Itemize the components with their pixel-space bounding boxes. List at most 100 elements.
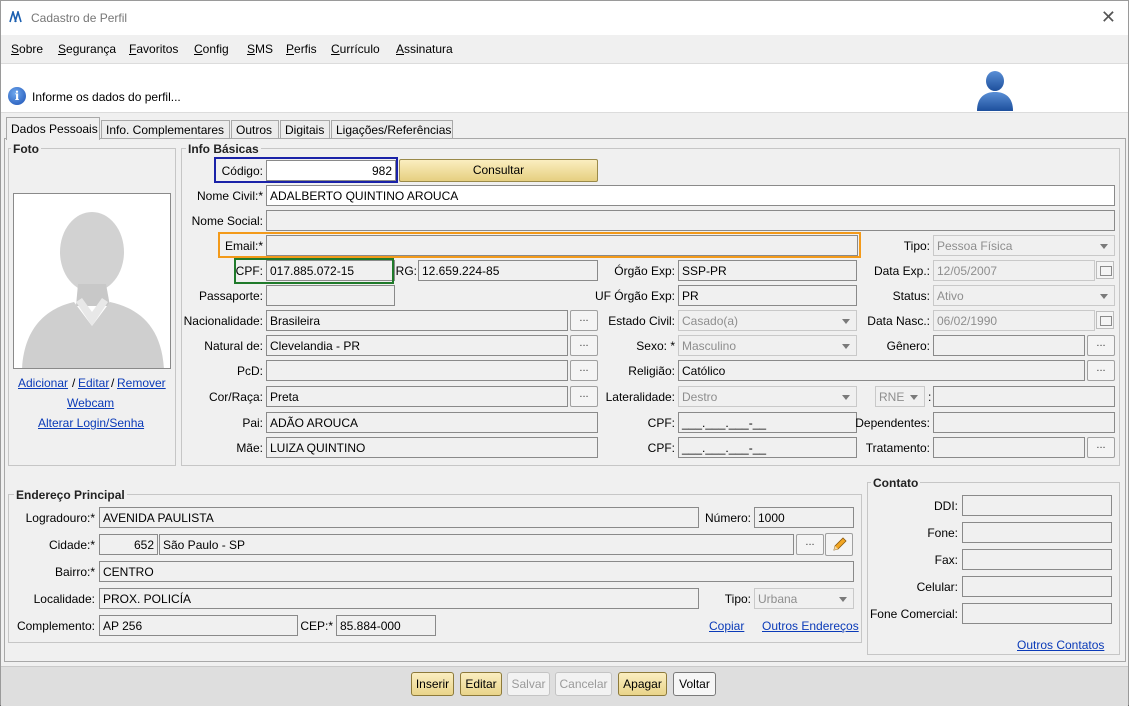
inserir-button[interactable]: Inserir [411,672,454,696]
natural-field[interactable]: Clevelandia - PR [266,335,568,356]
close-icon[interactable]: ✕ [1101,7,1116,28]
status-select[interactable]: Ativo [933,285,1115,306]
menu-seguranca[interactable]: Segurança [58,42,116,56]
cancelar-button[interactable]: Cancelar [555,672,612,696]
pcd-lookup-button[interactable]: ... [570,360,598,381]
nacionalidade-field[interactable]: Brasileira [266,310,568,331]
orgao-exp-field[interactable]: SSP-PR [678,260,857,281]
nacionalidade-lookup-button[interactable]: ... [570,310,598,331]
menu-sobre[interactable]: Sobre [11,42,43,56]
dependentes-field[interactable] [933,412,1115,433]
photo-remove-link[interactable]: Remover [117,376,166,390]
photo-add-link[interactable]: Adicionar [18,376,68,390]
rg-label: RG: [395,264,417,278]
passaporte-field[interactable] [266,285,395,306]
webcam-link[interactable]: Webcam [67,396,114,410]
menu-favoritos[interactable]: Favoritos [129,42,178,56]
cpf-label: CPF: [235,264,263,278]
mae-field[interactable]: LUIZA QUINTINO [266,437,598,458]
dependentes-label: Dependentes: [855,416,930,430]
tab-info-complementares[interactable]: Info. Complementares [101,120,230,139]
salvar-button[interactable]: Salvar [507,672,550,696]
tratamento-lookup-button[interactable]: ... [1087,437,1115,458]
pai-label: Pai: [242,416,263,430]
cep-field[interactable]: 85.884-000 [336,615,436,636]
complemento-field[interactable]: AP 256 [99,615,298,636]
menu-config[interactable]: Config [194,42,229,56]
tab-digitais[interactable]: Digitais [280,120,330,139]
estado-civil-select[interactable]: Casado(a) [678,310,857,331]
logradouro-field[interactable]: AVENIDA PAULISTA [99,507,699,528]
tab-outros[interactable]: Outros [231,120,279,139]
sexo-label: Sexo: * [636,339,675,353]
photo-edit-link[interactable]: Editar [78,376,109,390]
cor-raca-lookup-button[interactable]: ... [570,386,598,407]
ddi-field[interactable] [962,495,1112,516]
nome-social-field[interactable] [266,210,1115,231]
genero-field[interactable] [933,335,1085,356]
consultar-button[interactable]: Consultar [399,159,598,182]
tab-ligacoes-referencias[interactable]: Ligações/Referências [331,120,453,139]
genero-lookup-button[interactable]: ... [1087,335,1115,356]
cidade-edit-button[interactable] [825,533,853,556]
cor-raca-field[interactable]: Preta [266,386,568,407]
fax-field[interactable] [962,549,1112,570]
religiao-field[interactable]: Católico [678,360,1085,381]
data-nasc-field[interactable]: 06/02/1990 [933,310,1095,331]
nome-civil-field[interactable]: ADALBERTO QUINTINO AROUCA [266,185,1115,206]
cidade-code-field[interactable]: 652 [99,534,158,555]
codigo-field[interactable]: 982 [266,160,396,181]
tratamento-field[interactable] [933,437,1085,458]
tab-dados-pessoais[interactable]: Dados Pessoais [6,117,100,140]
status-label: Status: [892,289,930,303]
voltar-button[interactable]: Voltar [673,672,716,696]
fone-comercial-field[interactable] [962,603,1112,624]
menu-curriculo[interactable]: Currículo [331,42,380,56]
localidade-field[interactable]: PROX. POLICÍA [99,588,699,609]
pai-field[interactable]: ADÃO AROUCA [266,412,598,433]
cidade-field[interactable]: São Paulo - SP [159,534,794,555]
menu-sms[interactable]: SMS [247,42,273,56]
mae-label: Mãe: [236,441,263,455]
sexo-select[interactable]: Masculino [678,335,857,356]
menu-assinatura[interactable]: Assinatura [396,42,453,56]
cancelar-button-label: Cancelar [559,677,608,691]
menu-bar: Sobre Segurança Favoritos Config SMS Per… [1,35,1128,63]
rne-select[interactable]: RNE [875,386,925,407]
rg-field[interactable]: 12.659.224-85 [418,260,598,281]
fone-field[interactable] [962,522,1112,543]
cpf-field[interactable]: 017.885.072-15 [266,260,395,281]
endereco-tipo-select[interactable]: Urbana [754,588,854,609]
rne-field[interactable] [933,386,1115,407]
orgao-exp-label: Órgão Exp: [614,264,675,278]
change-login-link[interactable]: Alterar Login/Senha [38,416,144,430]
data-nasc-calendar-icon[interactable] [1096,311,1114,329]
editar-button-label: Editar [465,677,497,691]
celular-field[interactable] [962,576,1112,597]
endereco-tipo-label: Tipo: [724,592,751,606]
outros-enderecos-link[interactable]: Outros Endereços [762,619,859,633]
bairro-field[interactable]: CENTRO [99,561,854,582]
menu-perfis[interactable]: Perfis [286,42,317,56]
apagar-button[interactable]: Apagar [618,672,667,696]
app-logo-icon [9,11,22,23]
cpf-mae-field[interactable]: ___.___.___-__ [678,437,857,458]
copiar-link[interactable]: Copiar [709,619,744,633]
uf-orgao-exp-field[interactable]: PR [678,285,857,306]
profile-window: Cadastro de Perfil ✕ Sobre Segurança Fav… [0,0,1129,706]
email-field[interactable] [266,235,858,256]
data-exp-field[interactable]: 12/05/2007 [933,260,1095,281]
fone-comercial-label: Fone Comercial: [869,607,958,621]
pcd-field[interactable] [266,360,568,381]
tipo-select[interactable]: Pessoa Física [933,235,1115,256]
lateralidade-select[interactable]: Destro [678,386,857,407]
cidade-lookup-button[interactable]: ... [796,534,824,555]
outros-contatos-link[interactable]: Outros Contatos [1017,638,1104,652]
natural-lookup-button[interactable]: ... [570,335,598,356]
numero-field[interactable]: 1000 [754,507,854,528]
data-exp-calendar-icon[interactable] [1096,261,1114,279]
editar-button[interactable]: Editar [460,672,502,696]
cpf-pai-field[interactable]: ___.___.___-__ [678,412,857,433]
data-exp-label: Data Exp.: [873,264,930,278]
religiao-lookup-button[interactable]: ... [1087,360,1115,381]
